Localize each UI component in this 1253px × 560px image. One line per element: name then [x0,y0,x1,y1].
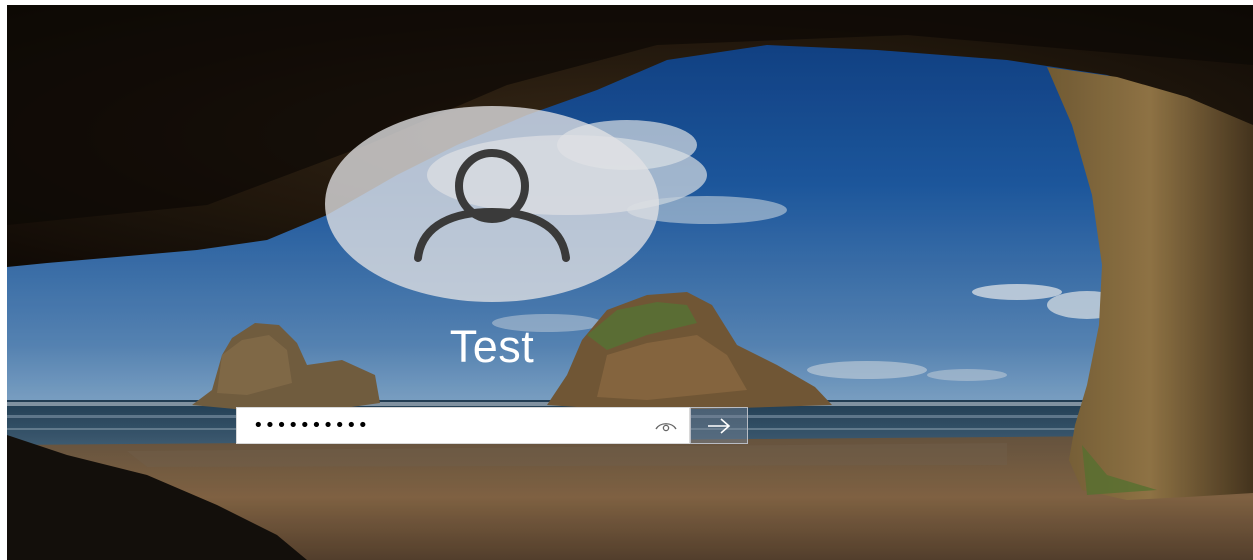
password-field-container [236,407,690,444]
lock-screen: Test [7,5,1253,560]
password-input[interactable] [237,408,637,443]
reveal-password-button[interactable] [651,414,681,438]
arrow-right-icon [708,417,731,434]
password-row [236,407,748,444]
user-avatar [325,106,659,302]
user-icon [414,149,570,262]
eye-icon [655,423,677,432]
submit-button[interactable] [690,407,748,444]
username-label: Test [449,321,535,372]
